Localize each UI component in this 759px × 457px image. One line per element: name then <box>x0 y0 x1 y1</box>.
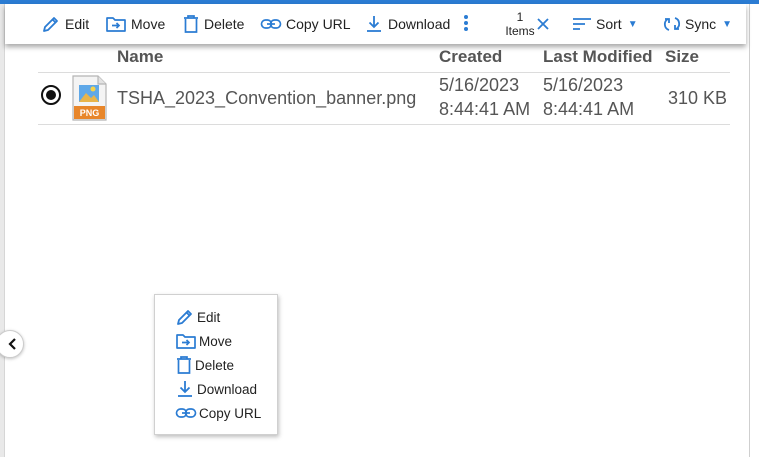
sort-dropdown[interactable]: Sort ▼ <box>572 10 638 38</box>
download-label: Download <box>388 16 451 32</box>
pencil-icon <box>43 17 58 32</box>
items-count-number: 1 <box>516 10 524 24</box>
close-icon <box>537 18 549 30</box>
file-name[interactable]: TSHA_2023_Convention_banner.png <box>117 87 416 110</box>
context-menu-edit[interactable]: Edit <box>175 306 220 328</box>
context-menu-download-label: Download <box>197 381 258 397</box>
modified-date: 5/16/2023 <box>543 75 624 95</box>
delete-label: Delete <box>204 16 245 32</box>
right-panel-edge <box>749 4 750 457</box>
context-menu-delete-label: Delete <box>195 357 235 373</box>
collapse-panel-button[interactable] <box>0 330 24 358</box>
context-menu-edit-label: Edit <box>197 309 221 325</box>
context-menu-move[interactable]: Move <box>175 330 232 352</box>
png-file-icon: PNG <box>72 75 107 121</box>
context-menu-copy-url[interactable]: Copy URL <box>175 402 261 424</box>
trash-icon <box>177 356 191 374</box>
items-count-label: Items <box>505 24 535 38</box>
more-vertical-icon <box>464 15 468 31</box>
trash-icon <box>184 15 198 33</box>
context-menu-move-label: Move <box>199 333 233 349</box>
file-size: 310 KB <box>668 88 728 108</box>
download-icon <box>367 16 381 32</box>
chevron-down-icon: ▼ <box>627 18 638 30</box>
context-menu: Edit Move Delete Download Copy URL <box>154 294 278 435</box>
move-label: Move <box>131 16 166 32</box>
link-icon <box>175 408 197 418</box>
toolbar: Edit Move Delete Copy URL Download 1 Ite… <box>5 4 746 44</box>
created-date: 5/16/2023 <box>439 75 520 95</box>
copy-url-button[interactable]: Copy URL <box>260 10 351 38</box>
sort-icon <box>573 18 591 30</box>
column-header-size[interactable]: Size <box>665 47 699 67</box>
row-select-radio[interactable] <box>41 85 61 105</box>
file-type-badge: PNG <box>80 108 100 118</box>
download-icon <box>178 381 192 397</box>
folder-move-icon <box>106 17 126 32</box>
edit-button[interactable]: Edit <box>41 10 89 38</box>
context-menu-copy-url-label: Copy URL <box>199 405 262 421</box>
edit-label: Edit <box>65 16 90 32</box>
modified-time: 8:44:41 AM <box>543 99 635 119</box>
pencil-icon <box>177 310 192 325</box>
sync-dropdown[interactable]: Sync ▼ <box>663 10 732 38</box>
link-icon <box>260 19 282 29</box>
row-divider <box>38 124 730 125</box>
sync-label: Sync <box>685 16 717 32</box>
sync-icon <box>663 17 681 31</box>
context-menu-delete[interactable]: Delete <box>175 354 234 376</box>
download-button[interactable]: Download <box>364 10 450 38</box>
chevron-down-icon: ▼ <box>722 18 733 30</box>
column-header-created[interactable]: Created <box>439 47 502 67</box>
column-header-name[interactable]: Name <box>117 47 163 67</box>
column-header-last-modified[interactable]: Last Modified <box>543 47 653 67</box>
folder-move-icon <box>176 334 196 349</box>
selected-items-count: 1 Items <box>502 10 538 38</box>
context-menu-download[interactable]: Download <box>175 378 257 400</box>
chevron-left-icon <box>8 338 16 350</box>
clear-selection-button[interactable] <box>536 10 550 38</box>
move-button[interactable]: Move <box>105 10 165 38</box>
more-options-button[interactable] <box>462 10 470 38</box>
copy-url-label: Copy URL <box>286 16 351 32</box>
header-divider <box>38 72 730 73</box>
created-time: 8:44:41 AM <box>439 99 531 119</box>
left-panel-edge <box>0 4 5 457</box>
delete-button[interactable]: Delete <box>182 10 244 38</box>
sort-label: Sort <box>596 16 622 32</box>
